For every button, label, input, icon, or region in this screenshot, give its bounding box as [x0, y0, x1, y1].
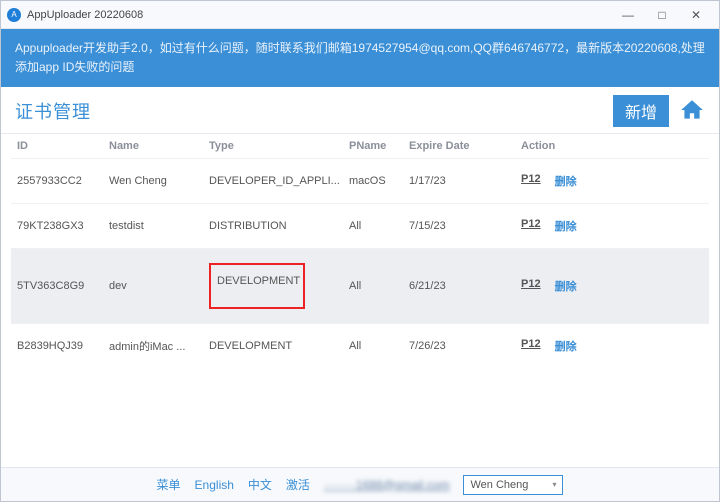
- cert-table: ID Name Type PName Expire Date Action 25…: [1, 134, 719, 368]
- p12-link[interactable]: P12: [521, 218, 541, 234]
- app-window: A AppUploader 20220608 — □ ✕ Appuploader…: [0, 0, 720, 502]
- cell-id: 2557933CC2: [17, 175, 109, 187]
- col-header-name: Name: [109, 140, 209, 152]
- english-link[interactable]: English: [195, 478, 234, 492]
- activate-link[interactable]: 激活: [286, 476, 310, 493]
- cell-type: DEVELOPMENT: [209, 263, 349, 309]
- cell-id: 79KT238GX3: [17, 220, 109, 232]
- table-row[interactable]: 2557933CC2Wen ChengDEVELOPER_ID_APPLI...…: [11, 158, 709, 203]
- user-select-value: Wen Cheng: [470, 479, 528, 491]
- cell-pname: All: [349, 340, 409, 352]
- cell-expire: 7/15/23: [409, 220, 521, 232]
- cell-name: dev: [109, 280, 209, 292]
- menu-link[interactable]: 菜单: [157, 476, 181, 493]
- app-icon: A: [7, 8, 21, 22]
- maximize-button[interactable]: □: [645, 5, 679, 25]
- cell-type: DISTRIBUTION: [209, 220, 349, 232]
- account-email[interactable]: ········1688@gmail.com: [324, 478, 450, 492]
- cell-action: P12 删除: [521, 338, 641, 354]
- cell-pname: All: [349, 280, 409, 292]
- cell-expire: 7/26/23: [409, 340, 521, 352]
- window-title: AppUploader 20220608: [27, 9, 611, 21]
- delete-link[interactable]: 删除: [555, 338, 577, 354]
- cell-name: admin的iMac ...: [109, 338, 209, 354]
- cell-action: P12 删除: [521, 173, 641, 189]
- page-header: 证书管理 新增: [1, 87, 719, 134]
- cell-name: testdist: [109, 220, 209, 232]
- user-select[interactable]: Wen Cheng ▾: [463, 475, 563, 495]
- page-title: 证书管理: [15, 98, 613, 124]
- col-header-action: Action: [521, 140, 641, 152]
- chinese-link[interactable]: 中文: [248, 476, 272, 493]
- cell-id: B2839HQJ39: [17, 340, 109, 352]
- cell-action: P12 删除: [521, 278, 641, 294]
- table-row[interactable]: 79KT238GX3testdistDISTRIBUTIONAll7/15/23…: [11, 203, 709, 248]
- delete-link[interactable]: 删除: [555, 278, 577, 294]
- titlebar: A AppUploader 20220608 — □ ✕: [1, 1, 719, 29]
- minimize-button[interactable]: —: [611, 5, 645, 25]
- table-row[interactable]: 5TV363C8G9devDEVELOPMENT All6/21/23P12 删除: [11, 248, 709, 323]
- close-button[interactable]: ✕: [679, 5, 713, 25]
- col-header-pname: PName: [349, 140, 409, 152]
- type-highlight-box: DEVELOPMENT: [209, 263, 305, 309]
- p12-link[interactable]: P12: [521, 338, 541, 354]
- table-header-row: ID Name Type PName Expire Date Action: [11, 134, 709, 158]
- footer-bar: 菜单 English 中文 激活 ········1688@gmail.com …: [1, 467, 719, 501]
- cell-id: 5TV363C8G9: [17, 280, 109, 292]
- delete-link[interactable]: 删除: [555, 173, 577, 189]
- cell-type: DEVELOPER_ID_APPLI...: [209, 175, 349, 187]
- p12-link[interactable]: P12: [521, 173, 541, 189]
- col-header-expire: Expire Date: [409, 140, 521, 152]
- add-button[interactable]: 新增: [613, 95, 669, 127]
- delete-link[interactable]: 删除: [555, 218, 577, 234]
- chevron-down-icon: ▾: [552, 480, 556, 489]
- notice-banner: Appuploader开发助手2.0，如过有什么问题，随时联系我们邮箱19745…: [1, 29, 719, 87]
- cell-pname: All: [349, 220, 409, 232]
- cell-action: P12 删除: [521, 218, 641, 234]
- cell-expire: 1/17/23: [409, 175, 521, 187]
- col-header-type: Type: [209, 140, 349, 152]
- col-header-id: ID: [17, 140, 109, 152]
- cell-name: Wen Cheng: [109, 175, 209, 187]
- home-icon[interactable]: [679, 97, 705, 126]
- p12-link[interactable]: P12: [521, 278, 541, 294]
- cell-type: DEVELOPMENT: [209, 340, 349, 352]
- cell-pname: macOS: [349, 175, 409, 187]
- table-row[interactable]: B2839HQJ39admin的iMac ...DEVELOPMENTAll7/…: [11, 323, 709, 368]
- cell-expire: 6/21/23: [409, 280, 521, 292]
